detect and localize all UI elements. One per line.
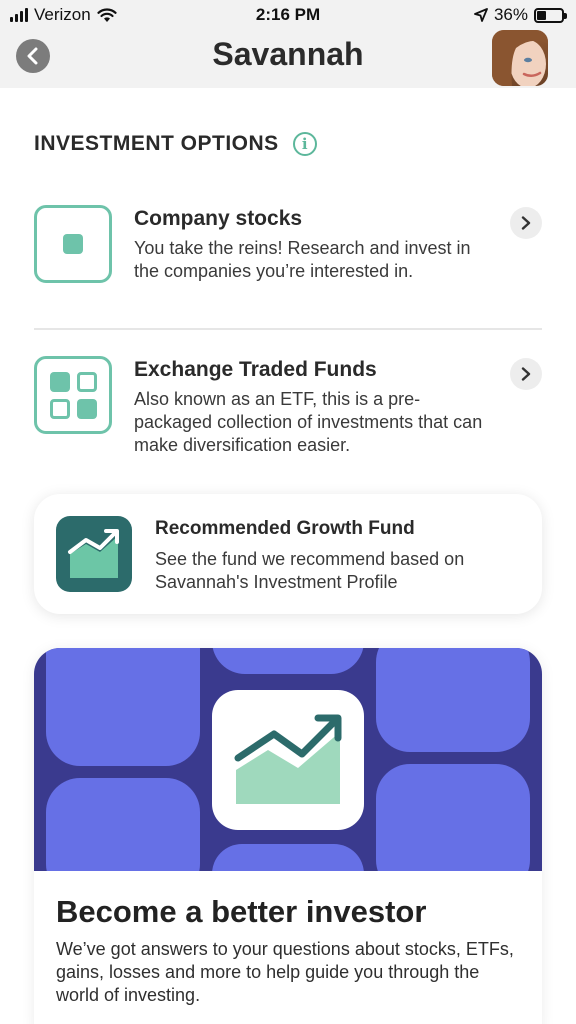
recommended-fund-title: Recommended Growth Fund xyxy=(155,518,415,539)
banner-title: Become a better investor xyxy=(56,894,427,929)
banner-illustration xyxy=(34,648,542,871)
avatar[interactable] xyxy=(492,30,548,86)
battery-percent: 36% xyxy=(493,5,528,24)
main-content: INVESTMENT OPTIONS i Company stocks You … xyxy=(0,88,576,1024)
option-title: Exchange Traded Funds xyxy=(134,358,377,381)
status-right: 36% xyxy=(474,5,567,25)
section-header: INVESTMENT OPTIONS i xyxy=(34,132,317,156)
education-banner-card[interactable]: Become a better investor We’ve got answe… xyxy=(34,648,542,1024)
back-button[interactable] xyxy=(16,39,50,73)
location-arrow-icon xyxy=(474,8,488,22)
option-description: Also known as an ETF, this is a pre-pack… xyxy=(134,389,483,455)
carrier-label: Verizon xyxy=(34,5,91,24)
single-square-icon xyxy=(34,205,112,283)
option-etfs[interactable]: Exchange Traded Funds Also known as an E… xyxy=(34,356,542,468)
chevron-right-icon xyxy=(521,367,531,381)
option-text: Exchange Traded Funds Also known as an E… xyxy=(134,356,484,457)
chevron-left-icon xyxy=(27,47,38,65)
battery-icon xyxy=(534,7,567,23)
status-bar: Verizon 2:16 PM 36% xyxy=(0,0,576,30)
chevron-right-icon xyxy=(521,216,531,230)
trending-up-chart-icon xyxy=(212,690,364,830)
four-squares-grid-icon xyxy=(34,356,112,434)
option-text: Company stocks You take the reins! Resea… xyxy=(134,205,484,283)
option-company-stocks[interactable]: Company stocks You take the reins! Resea… xyxy=(34,205,542,315)
growth-chart-icon xyxy=(56,516,132,592)
chevron-right-button[interactable] xyxy=(510,207,542,239)
wifi-icon xyxy=(97,7,117,22)
status-left: Verizon xyxy=(10,5,117,25)
banner-description: We’ve got answers to your questions abou… xyxy=(56,939,514,1005)
avatar-photo xyxy=(492,30,548,86)
nav-bar: Savannah xyxy=(0,30,576,88)
option-title: Company stocks xyxy=(134,207,303,230)
divider xyxy=(34,328,542,330)
info-icon[interactable]: i xyxy=(292,132,317,156)
recommended-fund-description: See the fund we recommend based on Savan… xyxy=(155,549,465,592)
section-title: INVESTMENT OPTIONS xyxy=(34,132,279,155)
page-title: Savannah xyxy=(212,36,364,72)
signal-bars-icon xyxy=(10,8,28,22)
recommended-fund-card[interactable]: Recommended Growth Fund See the fund we … xyxy=(34,494,542,614)
battery-fill xyxy=(537,10,546,20)
option-description: You take the reins! Research and invest … xyxy=(134,238,471,281)
chevron-right-button[interactable] xyxy=(510,358,542,390)
